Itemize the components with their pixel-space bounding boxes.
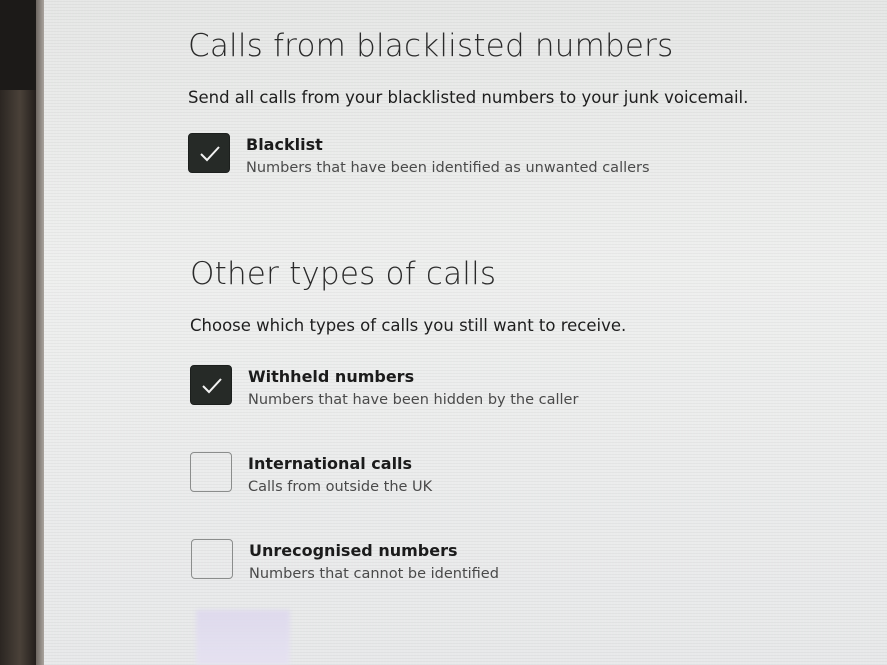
international-calls-checkbox[interactable] [190,452,232,492]
monitor-bezel-top [0,0,40,90]
checkmark-icon [202,378,222,394]
save-button[interactable] [196,610,290,665]
option-unrecognised-numbers[interactable]: Unrecognised numbers Numbers that cannot… [191,539,691,589]
section-title-blacklisted: Calls from blacklisted numbers [188,28,674,64]
option-blacklist[interactable]: Blacklist Numbers that have been identif… [188,133,688,183]
withheld-numbers-checkbox[interactable] [190,365,232,405]
section-desc-other-calls: Choose which types of calls you still wa… [190,316,627,335]
blacklist-description: Numbers that have been identified as unw… [246,160,650,176]
withheld-numbers-label: Withheld numbers [248,367,415,386]
option-withheld-numbers[interactable]: Withheld numbers Numbers that have been … [190,365,690,415]
section-desc-blacklisted: Send all calls from your blacklisted num… [188,88,749,107]
blacklist-label: Blacklist [246,135,323,154]
unrecognised-numbers-label: Unrecognised numbers [249,541,458,560]
monitor-bezel [0,0,40,665]
option-international-calls[interactable]: International calls Calls from outside t… [190,452,690,502]
checkmark-icon [200,146,220,162]
unrecognised-numbers-checkbox[interactable] [191,539,233,579]
international-calls-label: International calls [248,454,413,473]
blacklist-checkbox[interactable] [188,133,230,173]
unrecognised-numbers-description: Numbers that cannot be identified [249,566,499,582]
withheld-numbers-description: Numbers that have been hidden by the cal… [248,392,579,408]
section-title-other-calls: Other types of calls [190,256,497,292]
international-calls-description: Calls from outside the UK [248,479,433,495]
